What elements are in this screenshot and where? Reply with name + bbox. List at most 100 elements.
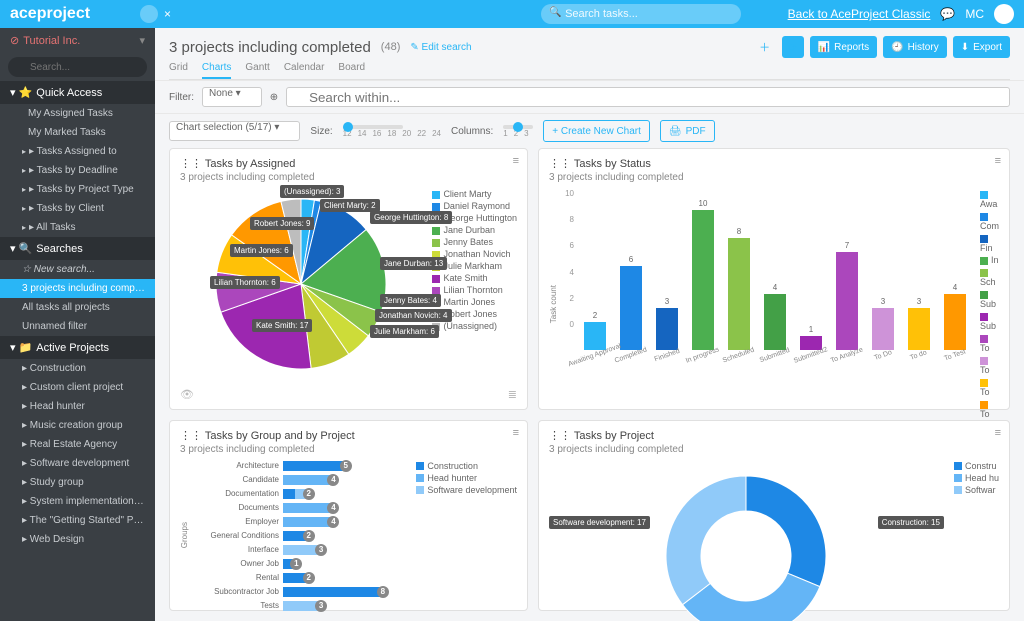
pie-label: Kate Smith: 17 [252, 319, 312, 332]
add-filter-icon[interactable]: ⊕ [270, 92, 278, 103]
chevron-down-icon: ▾ [139, 34, 145, 47]
card-title: ⋮⋮ Tasks by Group and by Project [180, 429, 517, 442]
chart-selection-dropdown[interactable]: Chart selection (5/17) ▾ [169, 121, 300, 141]
pie-label: Lilian Thornton: 6 [210, 276, 280, 289]
search-icon: 🔍 [549, 7, 561, 18]
active-projects-header[interactable]: ▾ 📁 Active Projects [0, 336, 155, 359]
filter-search-input[interactable] [286, 87, 1010, 107]
pie-label: Jenny Bates: 4 [380, 294, 441, 307]
sidebar-search-input[interactable] [8, 57, 147, 77]
reports-button[interactable]: 📊 Reports [810, 36, 877, 58]
card-subtitle: 3 projects including completed [180, 172, 517, 183]
bar-chart[interactable]: 2Awaiting Approval6Completed3Finished10I… [578, 189, 972, 359]
sidebar-item[interactable]: ▸ Tasks by Client [0, 199, 155, 218]
view-tabs: Grid Charts Gantt Calendar Board [169, 62, 1010, 80]
size-label: Size: [310, 126, 332, 137]
top-search-input[interactable] [541, 4, 741, 24]
size-slider[interactable] [343, 125, 403, 129]
pie-label: Robert Jones: 9 [250, 217, 314, 230]
sidebar-item[interactable]: ▸ Custom client project [0, 378, 155, 397]
chat-icon[interactable]: 💬 [940, 7, 955, 21]
card-subtitle: 3 projects including completed [549, 172, 999, 183]
y-axis-label: Groups [180, 522, 189, 548]
sidebar-item[interactable]: ▸ Real Estate Agency [0, 435, 155, 454]
pie-label: (Unassigned): 3 [280, 185, 344, 198]
sidebar-item[interactable]: ▸ Web Design [0, 530, 155, 549]
quick-access-header[interactable]: ▾ ⭐ Quick Access [0, 81, 155, 104]
chart-legend: ConstruHead huSoftwar [954, 461, 999, 621]
card-subtitle: 3 projects including completed [180, 444, 517, 455]
pie-label: George Huttington: 8 [370, 211, 452, 224]
sidebar-item[interactable]: All tasks all projects [0, 298, 155, 317]
pie-label: Jane Durban: 13 [380, 257, 447, 270]
sidebar-item[interactable]: ▸ Tasks by Deadline [0, 161, 155, 180]
warning-icon: ⊘ [10, 34, 19, 47]
sidebar-item[interactable]: ▸ Tasks by Project Type [0, 180, 155, 199]
edit-search-link[interactable]: ✎ Edit search [410, 42, 471, 53]
sidebar-item[interactable]: ☆ New search... [0, 260, 155, 279]
tab-charts[interactable]: Charts [202, 62, 231, 79]
sidebar-item[interactable]: My Assigned Tasks [0, 104, 155, 123]
user-badge[interactable]: MC [965, 7, 984, 21]
chart-card-tasks-by-status: ≡ ⋮⋮ Tasks by Status 3 projects includin… [538, 148, 1010, 410]
card-title: ⋮⋮ Tasks by Status [549, 157, 999, 170]
sidebar-item[interactable]: ▸ Tasks Assigned to [0, 142, 155, 161]
tab-grid[interactable]: Grid [169, 62, 188, 79]
org-name[interactable]: ⊘ Tutorial Inc. ▾ [0, 28, 155, 53]
brand-logo[interactable]: aceproject [10, 5, 90, 23]
sidebar-item[interactable]: ▸ The "Getting Started" Project [0, 511, 155, 530]
columns-label: Columns: [451, 126, 493, 137]
card-title: ⋮⋮ Tasks by Assigned [180, 157, 517, 170]
card-menu-icon[interactable]: ≡ [995, 427, 1001, 439]
columns-slider[interactable] [503, 125, 533, 129]
tab-gantt[interactable]: Gantt [245, 62, 269, 79]
export-button[interactable]: ⬇ Export [953, 36, 1010, 58]
sidebar-item[interactable]: 3 projects including completed [0, 279, 155, 298]
tab-calendar[interactable]: Calendar [284, 62, 325, 79]
sidebar-item[interactable]: My Marked Tasks [0, 123, 155, 142]
create-chart-button[interactable]: + Create New Chart [543, 120, 650, 142]
stacked-bar-chart[interactable]: Architecture5Candidate4Documentation2Doc… [199, 461, 406, 611]
sidebar-item[interactable]: ▸ System implementation templ... [0, 492, 155, 511]
card-menu-icon[interactable]: ≡ [513, 155, 519, 167]
chart-card-tasks-by-group: ≡ ⋮⋮ Tasks by Group and by Project 3 pro… [169, 420, 528, 612]
list-icon[interactable]: ≣ [508, 388, 517, 401]
chart-card-tasks-by-project: ≡ ⋮⋮ Tasks by Project 3 projects includi… [538, 420, 1010, 612]
sidebar-item[interactable]: Unnamed filter [0, 317, 155, 336]
sidebar-item[interactable]: ▸ Construction [0, 359, 155, 378]
chart-card-tasks-by-assigned: ≡ ⋮⋮ Tasks by Assigned 3 projects includ… [169, 148, 528, 410]
pie-label: Jonathan Novich: 4 [375, 309, 452, 322]
filter-label: Filter: [169, 92, 194, 103]
avatar[interactable] [994, 4, 1014, 24]
pdf-button[interactable]: 🖨 PDF [660, 120, 715, 142]
add-button[interactable]: ＋ [754, 36, 776, 58]
page-title: 3 projects including completed [169, 39, 371, 56]
refresh-button[interactable]: ⟳ [782, 36, 804, 58]
searches-header[interactable]: ▾ 🔍 Searches [0, 237, 155, 260]
donut-label: Software development: 17 [549, 516, 650, 529]
sidebar-item[interactable]: ▸ Software development [0, 454, 155, 473]
visibility-icon[interactable]: 👁 [180, 388, 194, 401]
card-menu-icon[interactable]: ≡ [995, 155, 1001, 167]
card-subtitle: 3 projects including completed [549, 444, 999, 455]
card-title: ⋮⋮ Tasks by Project [549, 429, 999, 442]
chart-legend: ConstructionHead hunterSoftware developm… [416, 461, 517, 611]
card-menu-icon[interactable]: ≡ [513, 427, 519, 439]
sidebar-item[interactable]: ▸ Head hunter [0, 397, 155, 416]
close-icon[interactable]: × [164, 7, 171, 21]
back-link[interactable]: Back to AceProject Classic [788, 7, 931, 21]
tab-board[interactable]: Board [338, 62, 365, 79]
filter-select[interactable]: None ▾ [202, 87, 262, 107]
pie-label: Martin Jones: 6 [230, 244, 293, 257]
donut-label: Construction: 15 [878, 516, 944, 529]
pie-label: Julie Markham: 6 [370, 325, 439, 338]
sidebar: ⊘ Tutorial Inc. ▾ ▾ ⭐ Quick Access My As… [0, 28, 155, 621]
page-count: (48) [381, 41, 401, 53]
sidebar-item[interactable]: ▸ Music creation group [0, 416, 155, 435]
sidebar-item[interactable]: ▸ Study group [0, 473, 155, 492]
y-axis-label: Task count [549, 285, 558, 323]
donut-chart[interactable] [661, 471, 831, 621]
sidebar-item[interactable]: ▸ All Tasks [0, 218, 155, 237]
pin-icon[interactable] [140, 5, 158, 23]
history-button[interactable]: 🕘 History [883, 36, 947, 58]
